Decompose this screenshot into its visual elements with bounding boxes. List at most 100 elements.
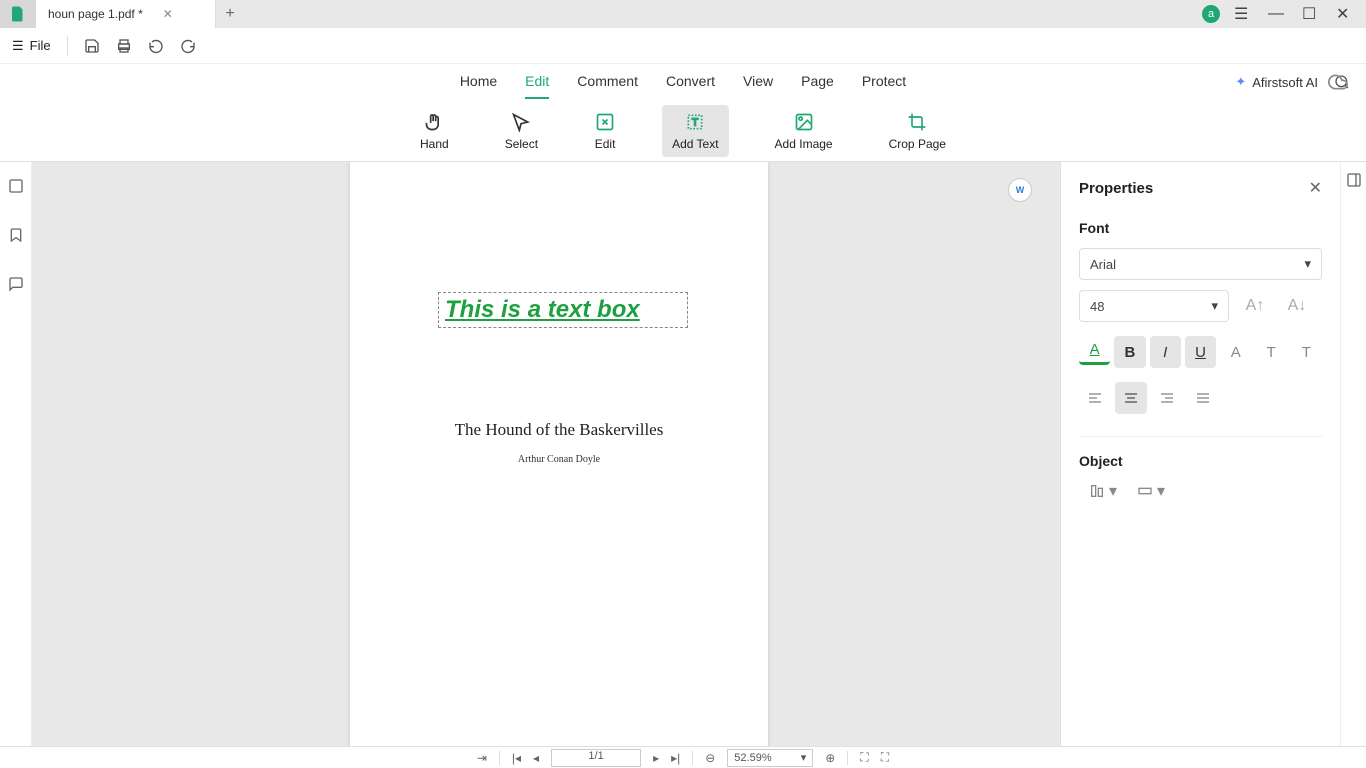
print-icon[interactable] xyxy=(116,38,132,54)
editable-text-box[interactable]: This is a text box xyxy=(438,292,688,328)
redo-icon[interactable] xyxy=(180,38,196,54)
properties-title: Properties xyxy=(1079,180,1153,197)
bold-button[interactable]: B xyxy=(1114,336,1145,368)
undo-icon[interactable] xyxy=(148,38,164,54)
separator xyxy=(692,751,693,765)
menu-convert[interactable]: Convert xyxy=(666,65,715,99)
underline-button[interactable]: U xyxy=(1185,336,1216,368)
app-logo xyxy=(0,0,36,28)
subscript-button[interactable]: T xyxy=(1291,336,1322,368)
edit-tool-button[interactable]: Edit xyxy=(584,105,626,157)
hamburger-menu-icon[interactable]: ☰ xyxy=(1234,4,1254,24)
thumbnails-icon[interactable] xyxy=(8,178,24,199)
menu-home[interactable]: Home xyxy=(460,65,497,99)
font-section-title: Font xyxy=(1079,220,1322,236)
left-sidebar xyxy=(0,162,32,746)
textbox-content: This is a text box xyxy=(439,296,640,324)
document-author: Arthur Conan Doyle xyxy=(518,454,600,465)
edit-icon xyxy=(594,111,616,133)
crop-icon xyxy=(906,111,928,133)
superscript-button[interactable]: T xyxy=(1255,336,1286,368)
properties-panel: Properties ✕ Font Arial ▾ 48 ▾ A↑ A↓ A B… xyxy=(1060,162,1340,746)
scroll-top-icon[interactable]: ⇥ xyxy=(477,751,487,765)
chevron-down-icon: ▾ xyxy=(1211,298,1218,314)
crop-page-button[interactable]: Crop Page xyxy=(879,105,956,157)
ai-assistant-button[interactable]: ✦ Afirstsoft AI xyxy=(1235,74,1318,90)
align-right-button[interactable] xyxy=(1151,382,1183,414)
menu-comment[interactable]: Comment xyxy=(577,65,638,99)
cloud-sync-icon[interactable] xyxy=(1328,72,1348,97)
sparkle-icon: ✦ xyxy=(1235,74,1246,90)
add-image-button[interactable]: Add Image xyxy=(765,105,843,157)
pdf-page[interactable]: This is a text box The Hound of the Bask… xyxy=(350,162,768,746)
separator xyxy=(67,36,68,56)
minimize-icon[interactable]: — xyxy=(1268,5,1288,23)
hand-tool-button[interactable]: Hand xyxy=(410,105,459,157)
image-icon xyxy=(793,111,815,133)
select-tool-button[interactable]: Select xyxy=(495,105,548,157)
chevron-down-icon: ▾ xyxy=(1109,481,1117,501)
maximize-icon[interactable]: ☐ xyxy=(1302,4,1322,24)
fit-page-icon[interactable]: ⛶ xyxy=(881,750,889,765)
zoom-in-icon[interactable]: ⊕ xyxy=(825,751,835,765)
file-menu-button[interactable]: ☰ File xyxy=(12,38,51,54)
prev-page-icon[interactable]: ◂ xyxy=(533,751,539,765)
hamburger-icon: ☰ xyxy=(12,38,24,54)
font-size-dropdown[interactable]: 48 ▾ xyxy=(1079,290,1229,322)
document-title: The Hound of the Baskervilles xyxy=(455,420,664,440)
hand-icon xyxy=(423,111,445,133)
menu-page[interactable]: Page xyxy=(801,65,834,99)
italic-button[interactable]: I xyxy=(1150,336,1181,368)
titlebar: houn page 1.pdf * ✕ + a ☰ — ☐ ✕ xyxy=(0,0,1366,28)
chevron-down-icon: ▾ xyxy=(1304,256,1311,272)
edit-ribbon: Hand Select Edit T Add Text Add Image Cr… xyxy=(0,100,1366,162)
increase-font-icon[interactable]: A↑ xyxy=(1239,290,1271,322)
close-panel-icon[interactable]: ✕ xyxy=(1309,178,1322,198)
chevron-down-icon: ▾ xyxy=(801,751,807,764)
menu-view[interactable]: View xyxy=(743,65,773,99)
separator xyxy=(499,751,500,765)
last-page-icon[interactable]: ▸| xyxy=(671,751,680,765)
panel-toggle-icon[interactable] xyxy=(1346,172,1362,193)
user-avatar[interactable]: a xyxy=(1202,5,1220,23)
add-text-button[interactable]: T Add Text xyxy=(662,105,728,157)
tab-title: houn page 1.pdf * xyxy=(48,7,143,21)
divider xyxy=(1079,436,1322,437)
main-menu: Home Edit Comment Convert View Page Prot… xyxy=(0,64,1366,100)
page-number-input[interactable]: 1/1 xyxy=(551,749,641,767)
fit-width-icon[interactable]: ⛶ xyxy=(860,750,868,765)
zoom-out-icon[interactable]: ⊖ xyxy=(705,751,715,765)
cursor-icon xyxy=(510,111,532,133)
workspace: This is a text box The Hound of the Bask… xyxy=(0,162,1366,746)
save-icon[interactable] xyxy=(84,38,100,54)
align-center-button[interactable] xyxy=(1115,382,1147,414)
zoom-level-dropdown[interactable]: 52.59% ▾ xyxy=(727,749,813,767)
tab-close-icon[interactable]: ✕ xyxy=(163,7,173,21)
right-sidebar xyxy=(1340,162,1366,746)
close-window-icon[interactable]: ✕ xyxy=(1336,4,1356,24)
object-section-title: Object xyxy=(1079,453,1322,469)
new-tab-button[interactable]: + xyxy=(216,5,244,23)
convert-to-word-badge[interactable]: W xyxy=(1008,178,1032,202)
strikethrough-button[interactable]: A xyxy=(1220,336,1251,368)
comments-icon[interactable] xyxy=(8,276,24,297)
svg-text:T: T xyxy=(692,117,698,128)
font-color-button[interactable]: A xyxy=(1079,336,1110,365)
document-tab[interactable]: houn page 1.pdf * ✕ xyxy=(36,0,216,28)
object-align-button[interactable]: ▾ xyxy=(1089,481,1117,501)
separator xyxy=(847,751,848,765)
canvas-area[interactable]: This is a text box The Hound of the Bask… xyxy=(32,162,1060,746)
next-page-icon[interactable]: ▸ xyxy=(653,751,659,765)
menu-protect[interactable]: Protect xyxy=(862,65,906,99)
align-justify-button[interactable] xyxy=(1187,382,1219,414)
bookmarks-icon[interactable] xyxy=(8,227,24,248)
statusbar: ⇥ |◂ ◂ 1/1 ▸ ▸| ⊖ 52.59% ▾ ⊕ ⛶ ⛶ xyxy=(0,746,1366,768)
file-toolbar: ☰ File xyxy=(0,28,1366,64)
menu-edit[interactable]: Edit xyxy=(525,65,549,99)
first-page-icon[interactable]: |◂ xyxy=(512,751,521,765)
decrease-font-icon[interactable]: A↓ xyxy=(1281,290,1313,322)
align-left-button[interactable] xyxy=(1079,382,1111,414)
font-family-dropdown[interactable]: Arial ▾ xyxy=(1079,248,1322,280)
text-icon: T xyxy=(684,111,706,133)
object-distribute-button[interactable]: ▾ xyxy=(1137,481,1165,501)
